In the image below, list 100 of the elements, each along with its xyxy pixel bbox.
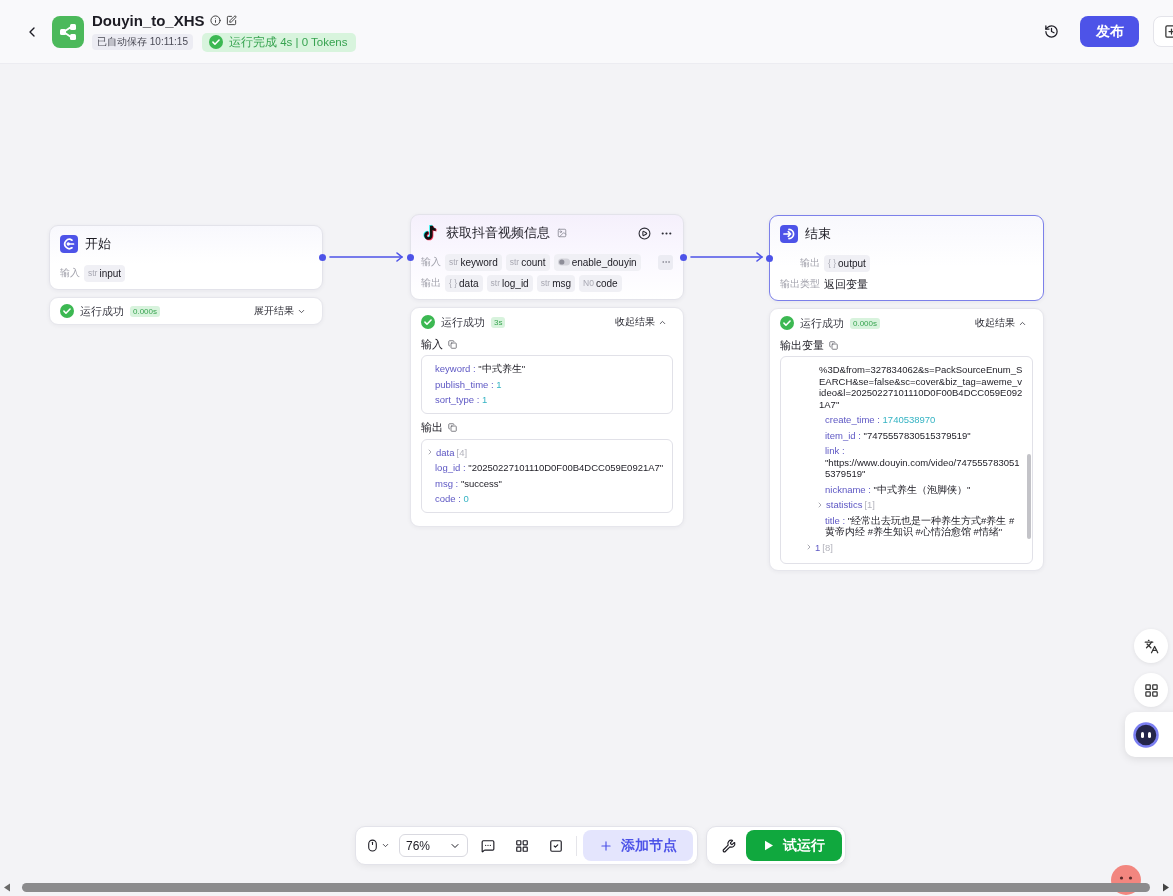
translate-icon <box>1143 638 1159 654</box>
type-tag: str <box>88 268 98 278</box>
json-entry: publish_time : 1 <box>434 377 503 392</box>
duration-badge: 0.000s <box>850 317 881 329</box>
section-title: 输入 <box>421 336 443 352</box>
param-name: enable_douyin <box>571 256 637 268</box>
json-key: data <box>436 446 455 458</box>
workflow-title: Douyin_to_XHS <box>92 11 205 30</box>
start-node-icon <box>60 235 78 253</box>
node-title: 获取抖音视频信息 <box>446 224 550 242</box>
add-node-button[interactable]: 添加节点 <box>583 830 693 861</box>
type-tag: str <box>540 278 551 288</box>
wrench-icon <box>722 838 736 853</box>
duration-badge: 0.000s <box>130 305 161 317</box>
grid-icon <box>515 838 529 853</box>
field-value: 返回变量 <box>824 276 868 292</box>
field-label: 输出 <box>799 256 820 270</box>
type-tag: { } <box>449 278 458 288</box>
port-dot-icon[interactable] <box>680 253 687 261</box>
json-entry: code : 0 <box>434 492 470 506</box>
success-check-icon <box>421 315 435 329</box>
scroll-right-arrow-icon[interactable] <box>1162 883 1170 892</box>
toggle-icon <box>557 258 570 266</box>
copy-icon[interactable] <box>448 423 457 432</box>
item-count: [8] <box>822 541 833 553</box>
section-title: 输出变量 <box>780 337 824 353</box>
field-label: 输入 <box>60 266 80 280</box>
json-entry: log_id : "20250227101110D0F00B4DCC059E0921A7" <box>434 461 665 475</box>
json-entry: create_time : 1740538970 <box>824 413 937 427</box>
play-icon <box>763 840 774 851</box>
success-check-icon <box>60 304 74 318</box>
info-icon[interactable] <box>209 15 221 26</box>
param-name: keyword <box>460 256 498 268</box>
json-entry: title : "经常出去玩也是一种养生方式#养生 #黄帝内经 #养生知识 #心情治愈馆 #情绪" <box>824 513 1016 539</box>
publish-button[interactable]: 发布 <box>1080 16 1139 47</box>
node-title: 结束 <box>805 225 831 243</box>
mouse-icon <box>366 839 379 852</box>
param-name: code <box>595 277 618 289</box>
json-value: %3D&from=327834062&s=PackSourceEnum_SEARCH&se=false&sc=cover&biz_tag=aweme_video&l=20250227101110D0F00B4DCC059E0921A7" <box>818 363 1023 412</box>
json-key: 1 <box>815 541 821 553</box>
json-entry: sort_type : 1 <box>434 393 489 407</box>
section-title: 输出 <box>421 420 443 435</box>
field-label: 输出类型 <box>780 277 820 291</box>
scrollbar-thumb[interactable] <box>1027 454 1031 539</box>
edit-icon[interactable] <box>225 15 237 26</box>
image-icon <box>557 228 567 238</box>
json-entry: keyword : "中式养生" <box>434 362 527 376</box>
field-label: 输入 <box>421 255 441 269</box>
type-tag: str <box>449 257 459 267</box>
port-dot-icon[interactable] <box>766 254 773 262</box>
success-check-icon <box>208 35 223 49</box>
param-name: msg <box>552 277 572 289</box>
node-title: 开始 <box>85 235 111 253</box>
robot-icon <box>1133 721 1159 748</box>
chevron-down-icon <box>381 841 390 850</box>
json-entry: link : "https://www.douyin.com/video/7475557830515379519" <box>824 444 1021 481</box>
grid-button[interactable] <box>1134 673 1168 707</box>
history-icon <box>1043 24 1059 39</box>
toggle-result-button[interactable]: 收起结果 <box>615 315 667 329</box>
square-check-icon <box>549 838 563 853</box>
run-result-status: 运行成功 <box>80 303 124 319</box>
comment-icon <box>481 838 495 853</box>
run-result-status: 运行成功 <box>441 314 485 330</box>
copy-icon[interactable] <box>448 339 457 349</box>
scrollbar-thumb[interactable] <box>22 883 1150 892</box>
json-entry: item_id : "7475557830515379519" <box>824 428 972 443</box>
param-name: output <box>838 257 866 269</box>
assistant-button[interactable] <box>1125 712 1173 757</box>
app-logo-icon <box>52 15 84 48</box>
field-label: 输出 <box>421 276 441 290</box>
run-status-text: 运行完成 4s | 0 Tokens <box>228 34 348 50</box>
json-key: statistics <box>826 499 863 511</box>
param-name: input <box>99 267 122 279</box>
type-tag: { } <box>828 258 837 268</box>
toggle-result-button[interactable]: 收起结果 <box>975 316 1027 330</box>
success-check-icon <box>780 316 794 330</box>
type-tag: N0 <box>583 278 594 288</box>
end-node-icon <box>780 225 798 243</box>
param-name: count <box>521 256 546 268</box>
plus-icon <box>599 838 613 853</box>
music-note-icon <box>421 224 439 242</box>
param-name: data <box>459 277 479 289</box>
port-dot-icon[interactable] <box>319 254 326 261</box>
type-tag: str <box>509 257 520 267</box>
zoom-select[interactable]: 76% <box>399 834 468 857</box>
autosave-badge: 已自动保存 10:11:15 <box>92 34 193 50</box>
item-count: [4] <box>456 446 468 458</box>
run-result-status: 运行成功 <box>800 315 844 331</box>
json-entry: nickname : "中式养生（泡脚侠）" <box>824 482 972 497</box>
grid-icon <box>1143 682 1159 698</box>
play-icon[interactable] <box>638 226 651 240</box>
toggle-result-button[interactable]: 展开结果 <box>254 304 306 318</box>
item-count: [1] <box>864 499 875 511</box>
translate-button[interactable] <box>1134 629 1168 663</box>
json-entry: msg : "success" <box>434 476 503 491</box>
port-dot-icon[interactable] <box>407 253 414 261</box>
copy-icon[interactable] <box>829 340 838 350</box>
scroll-left-arrow-icon[interactable] <box>3 883 11 892</box>
duration-badge: 3s <box>491 316 506 328</box>
type-tag: str <box>490 278 500 288</box>
